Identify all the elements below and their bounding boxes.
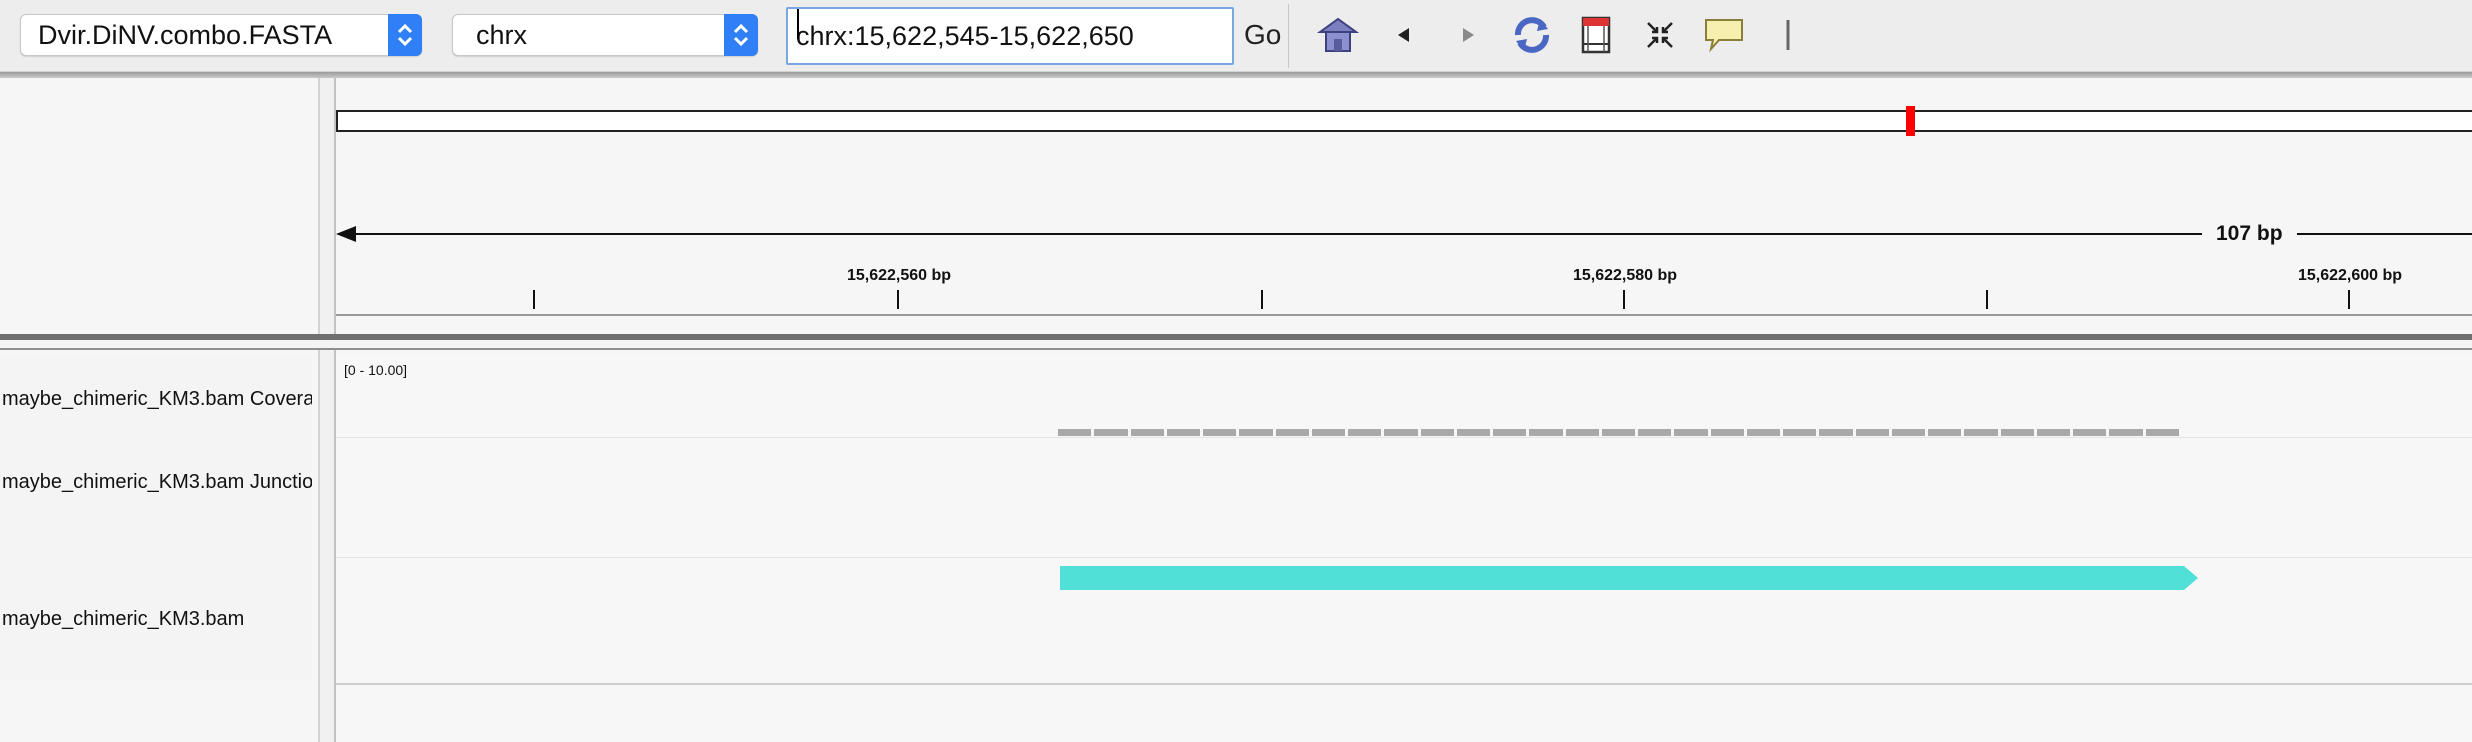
coverage-bar[interactable] [2145, 429, 2179, 436]
ruler-panel[interactable]: 107 bp 15,622,560 bp 15,622,580 bp 15,62… [336, 78, 2472, 336]
coverage-bar[interactable] [2036, 429, 2071, 436]
back-icon[interactable] [1382, 14, 1426, 56]
coverage-bar[interactable] [1565, 429, 1599, 436]
coverage-bar[interactable] [1239, 429, 1273, 436]
text-caret [797, 9, 799, 39]
coverage-bar[interactable] [1384, 429, 1418, 436]
coverage-bar[interactable] [1203, 429, 1237, 436]
track-name-junctions[interactable]: maybe_chimeric_KM3.bam Junctions [2, 471, 312, 494]
coverage-bar[interactable] [1746, 429, 1781, 436]
ruler-baseline [336, 314, 2472, 316]
ruler-tick-label: 15,622,600 bp [2297, 267, 2403, 284]
coverage-bar[interactable] [2109, 429, 2143, 436]
coverage-bar[interactable] [1348, 429, 1382, 436]
coverage-bar[interactable] [1928, 429, 1962, 436]
coverage-bar[interactable] [1058, 429, 1092, 436]
coverage-bar[interactable] [2000, 429, 2034, 436]
coverage-bar[interactable] [1891, 429, 1926, 436]
span-line [338, 233, 2472, 235]
forward-icon[interactable] [1446, 14, 1490, 56]
coverage-bar[interactable] [1601, 429, 1636, 436]
coverage-bar[interactable] [1275, 429, 1309, 436]
coverage-bar[interactable] [1964, 429, 1998, 436]
span-arrow-left-icon [336, 226, 356, 242]
coverage-bar[interactable] [1710, 429, 1744, 436]
chromosome-dropdown[interactable]: chrx [452, 14, 758, 56]
coverage-bar[interactable] [1855, 429, 1889, 436]
ruler-tick-label: 15,622,580 bp [1572, 267, 1678, 284]
region-of-interest-icon[interactable] [1574, 14, 1618, 56]
chevron-up-down-icon[interactable] [388, 14, 422, 56]
alignment-read[interactable] [1060, 566, 2184, 590]
ideogram-current-region-marker [1906, 106, 1915, 136]
ruler-tick [1623, 290, 1625, 309]
ruler-tick-label: 15,622,560 bp [846, 267, 952, 284]
ruler-tick [2348, 290, 2350, 309]
coverage-bar[interactable] [1674, 429, 1708, 436]
track-divider [336, 557, 2472, 558]
cursor-guide-icon[interactable] [1766, 14, 1810, 56]
header-separator[interactable] [0, 334, 2472, 350]
panel-splitter[interactable] [318, 78, 336, 742]
track-divider [336, 437, 2472, 438]
name-header-panel [0, 78, 318, 336]
coverage-bar[interactable] [1493, 429, 1527, 436]
coverage-bar[interactable] [2073, 429, 2107, 436]
locus-search-input[interactable]: chrx:15,622,545-15,622,650 [786, 7, 1234, 65]
coverage-bar[interactable] [1819, 429, 1853, 436]
refresh-icon[interactable] [1510, 14, 1554, 56]
locus-search-value: chrx:15,622,545-15,622,650 [796, 21, 1134, 51]
span-label: 107 bp [2202, 218, 2297, 250]
coverage-bar[interactable] [1311, 429, 1346, 436]
ruler-tick [1261, 290, 1263, 309]
ruler-tick [1986, 290, 1988, 309]
toolbar: Dvir.DiNV.combo.FASTA chrx chrx:15,622,5… [0, 0, 2472, 72]
coverage-bar[interactable] [1420, 429, 1454, 436]
go-button[interactable]: Go [1240, 14, 1285, 56]
track-data-panel[interactable]: [0 - 10.00] [336, 356, 2472, 742]
popup-info-icon[interactable] [1702, 14, 1746, 56]
genome-dropdown-value: Dvir.DiNV.combo.FASTA [38, 20, 333, 50]
coverage-bar[interactable] [1456, 429, 1491, 436]
track-names-panel: maybe_chimeric_KM3.bam Coverage maybe_ch… [0, 356, 312, 680]
track-name-coverage[interactable]: maybe_chimeric_KM3.bam Coverage [2, 388, 312, 411]
ruler-tick [533, 290, 535, 309]
chevron-up-down-icon[interactable] [724, 14, 758, 56]
coverage-bar[interactable] [1166, 429, 1201, 436]
toolbar-divider [1288, 4, 1289, 68]
coverage-bar[interactable] [1529, 429, 1563, 436]
track-name-alignments[interactable]: maybe_chimeric_KM3.bam [2, 608, 312, 631]
alignment-read-strand-arrow [2184, 566, 2198, 590]
resize-to-window-icon[interactable] [1638, 14, 1682, 56]
coverage-bar[interactable] [1783, 429, 1817, 436]
coverage-bar[interactable] [1638, 429, 1672, 436]
home-icon[interactable] [1316, 14, 1360, 56]
genome-dropdown[interactable]: Dvir.DiNV.combo.FASTA [20, 14, 422, 56]
chromosome-dropdown-value: chrx [476, 20, 528, 50]
coverage-bar[interactable] [1130, 429, 1164, 436]
track-bottom-divider [336, 683, 2472, 685]
igv-window: Dvir.DiNV.combo.FASTA chrx chrx:15,622,5… [0, 0, 2472, 742]
ruler-tick [897, 290, 899, 309]
coverage-bar[interactable] [1094, 429, 1128, 436]
chromosome-ideogram[interactable] [336, 110, 2472, 132]
coverage-data-range: [0 - 10.00] [344, 362, 408, 378]
